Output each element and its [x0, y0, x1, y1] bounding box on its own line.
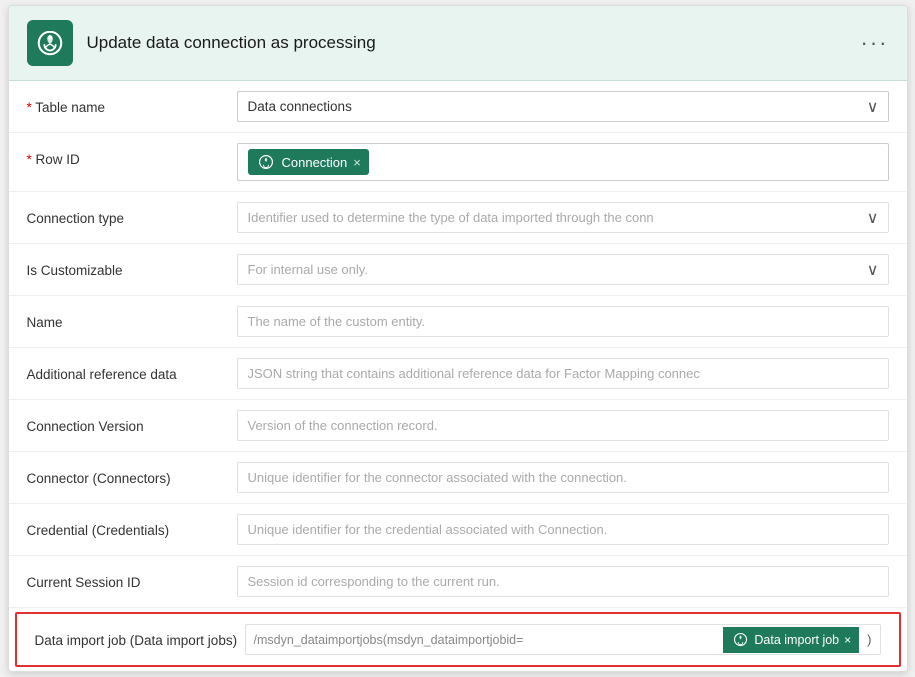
credential-row: Credential (Credentials) Unique identifi… — [9, 504, 907, 556]
credential-value: Unique identifier for the credential ass… — [237, 514, 889, 545]
table-name-dropdown-wrapper: Data connections ∨ — [237, 91, 889, 122]
import-text-after: ) — [859, 625, 879, 654]
data-import-job-value: /msdyn_dataimportjobs(msdyn_dataimportjo… — [245, 624, 881, 655]
import-value-container[interactable]: /msdyn_dataimportjobs(msdyn_dataimportjo… — [245, 624, 881, 655]
menu-icon[interactable]: ··· — [861, 32, 889, 54]
connector-value: Unique identifier for the connector asso… — [237, 462, 889, 493]
import-tag: Data import job × — [723, 627, 859, 653]
name-input[interactable]: The name of the custom entity. — [237, 306, 889, 337]
connector-label: Connector (Connectors) — [27, 462, 237, 489]
row-id-tag-field[interactable]: Connection × — [237, 143, 889, 181]
header-left: Update data connection as processing — [27, 20, 376, 66]
table-name-label: * Table name — [27, 91, 237, 118]
session-id-row: Current Session ID Session id correspond… — [9, 556, 907, 608]
connection-tag-icon — [256, 152, 276, 172]
session-id-input[interactable]: Session id corresponding to the current … — [237, 566, 889, 597]
required-star: * — [27, 100, 36, 115]
connection-type-label: Connection type — [27, 202, 237, 229]
import-text-before: /msdyn_dataimportjobs(msdyn_dataimportjo… — [246, 626, 724, 654]
is-customizable-value: For internal use only. ∨ — [237, 254, 889, 285]
additional-ref-value: JSON string that contains additional ref… — [237, 358, 889, 389]
data-import-job-label: Data import job (Data import jobs) — [35, 624, 245, 651]
table-name-row: * Table name Data connections ∨ — [9, 81, 907, 133]
connection-version-input[interactable]: Version of the connection record. — [237, 410, 889, 441]
is-customizable-dropdown[interactable]: For internal use only. — [237, 254, 889, 285]
connection-tag-label: Connection — [282, 155, 348, 170]
connection-tag: Connection × — [248, 149, 369, 175]
data-import-job-row: Data import job (Data import jobs) /msdy… — [15, 612, 901, 667]
row-id-value: Connection × — [237, 143, 889, 181]
connection-type-value: Identifier used to determine the type of… — [237, 202, 889, 233]
connection-type-dropdown-wrapper: Identifier used to determine the type of… — [237, 202, 889, 233]
is-customizable-label: Is Customizable — [27, 254, 237, 281]
connection-version-value: Version of the connection record. — [237, 410, 889, 441]
form-content: * Table name Data connections ∨ * Row ID — [9, 81, 907, 667]
connection-tag-remove[interactable]: × — [353, 155, 361, 170]
row-id-label: * Row ID — [27, 143, 237, 170]
connection-type-row: Connection type Identifier used to deter… — [9, 192, 907, 244]
connection-type-dropdown[interactable]: Identifier used to determine the type of… — [237, 202, 889, 233]
page-title: Update data connection as processing — [87, 33, 376, 53]
name-label: Name — [27, 306, 237, 333]
name-value: The name of the custom entity. — [237, 306, 889, 337]
additional-ref-input[interactable]: JSON string that contains additional ref… — [237, 358, 889, 389]
row-id-row: * Row ID Connection × — [9, 133, 907, 192]
credential-label: Credential (Credentials) — [27, 514, 237, 541]
session-id-label: Current Session ID — [27, 566, 237, 593]
connection-version-label: Connection Version — [27, 410, 237, 437]
connection-version-row: Connection Version Version of the connec… — [9, 400, 907, 452]
import-tag-remove[interactable]: × — [844, 633, 851, 647]
import-tag-label: Data import job — [754, 633, 839, 647]
import-tag-icon — [731, 631, 749, 649]
main-card: Update data connection as processing ···… — [8, 5, 908, 672]
is-customizable-row: Is Customizable For internal use only. ∨ — [9, 244, 907, 296]
connector-row: Connector (Connectors) Unique identifier… — [9, 452, 907, 504]
credential-input[interactable]: Unique identifier for the credential ass… — [237, 514, 889, 545]
table-name-dropdown[interactable]: Data connections — [237, 91, 889, 122]
required-star-2: * — [27, 152, 36, 167]
additional-ref-row: Additional reference data JSON string th… — [9, 348, 907, 400]
additional-ref-label: Additional reference data — [27, 358, 237, 385]
is-customizable-dropdown-wrapper: For internal use only. ∨ — [237, 254, 889, 285]
table-name-value: Data connections ∨ — [237, 91, 889, 122]
connector-input[interactable]: Unique identifier for the connector asso… — [237, 462, 889, 493]
session-id-value: Session id corresponding to the current … — [237, 566, 889, 597]
header: Update data connection as processing ··· — [9, 6, 907, 81]
app-logo — [27, 20, 73, 66]
name-row: Name The name of the custom entity. — [9, 296, 907, 348]
